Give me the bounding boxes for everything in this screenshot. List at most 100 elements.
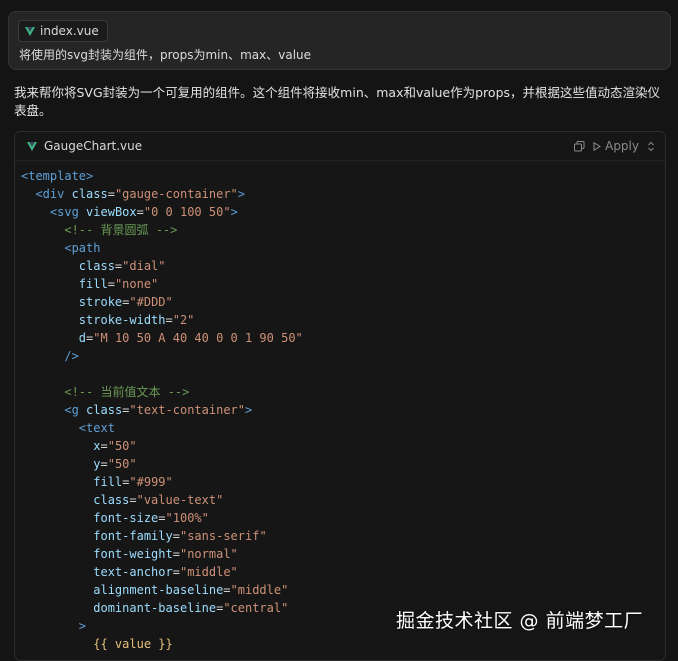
code-token: = (165, 313, 173, 327)
code-line: /> (21, 347, 665, 365)
code-line: <!-- 背景圆弧 --> (21, 221, 665, 239)
code-token: alignment-baseline (93, 583, 224, 597)
code-token: "normal" (179, 547, 238, 561)
code-token: <svg (49, 205, 79, 219)
code-token: "50" (107, 457, 137, 471)
code-line: <svg viewBox="0 0 100 50"> (21, 203, 665, 221)
code-token: "middle" (179, 565, 238, 579)
code-line: <text (21, 419, 665, 437)
code-token: "50" (107, 439, 137, 453)
code-line: font-size="100%" (21, 509, 665, 527)
code-token: > (245, 403, 253, 417)
code-token: <!-- 当前值文本 --> (64, 385, 190, 399)
code-line: {{ value }} (21, 635, 665, 653)
code-token: "none" (114, 277, 159, 291)
code-token: "0 0 100 50" (143, 205, 231, 219)
code-line: <!-- 当前值文本 --> (21, 383, 665, 401)
code-token: "100%" (165, 511, 209, 525)
code-token: > (230, 205, 238, 219)
code-token: stroke-width (78, 313, 166, 327)
code-line: stroke-width="2" (21, 311, 665, 329)
code-token: = (172, 565, 180, 579)
copy-icon[interactable] (574, 140, 585, 152)
code-token: = (107, 187, 115, 201)
code-line: alignment-baseline="middle" (21, 581, 665, 599)
code-line: <g class="text-container"> (21, 401, 665, 419)
code-token: viewBox (86, 205, 137, 219)
code-token: class (71, 187, 108, 201)
code-token: font-family (93, 529, 173, 543)
code-token: stroke (78, 295, 123, 309)
code-token: <text (78, 421, 115, 435)
code-line: text-anchor="middle" (21, 563, 665, 581)
code-token: dominant-baseline (93, 601, 217, 615)
code-token: fill (78, 277, 108, 291)
play-icon (593, 141, 602, 151)
code-token: font-size (93, 511, 159, 525)
code-token: "sans-serif" (179, 529, 267, 543)
code-token: = (100, 439, 108, 453)
chevron-updown-icon[interactable] (647, 141, 655, 152)
code-token: = (129, 493, 137, 507)
code-token: fill (93, 475, 123, 489)
code-token: = (172, 547, 180, 561)
file-chip-index-vue[interactable]: index.vue (18, 20, 108, 42)
code-token: "central" (223, 601, 289, 615)
code-line: <path (21, 239, 665, 257)
prompt-text: 将使用的svg封装为组件，props为min、max、value (19, 48, 312, 62)
code-token: <g (64, 403, 79, 417)
code-token: "#DDD" (129, 295, 173, 309)
vue-icon (27, 141, 37, 151)
vue-icon (25, 26, 35, 36)
code-token: "#999" (129, 475, 173, 489)
code-token: "gauge-container" (114, 187, 238, 201)
watermark: 掘金技术社区 @ 前端梦工厂 (396, 610, 644, 632)
code-token: <path (64, 241, 101, 255)
code-token: {{ value }} (93, 637, 173, 651)
code-block-header: GaugeChart.vue Apply (15, 132, 665, 161)
code-line: stroke="#DDD" (21, 293, 665, 311)
apply-button[interactable]: Apply (593, 139, 639, 153)
code-token: <div (35, 187, 65, 201)
assistant-answer-text: 我来帮你将SVG封装为一个可复用的组件。这个组件将接收min、max和value… (14, 85, 661, 118)
code-token: class (78, 259, 115, 273)
code-line: font-weight="normal" (21, 545, 665, 563)
code-line: font-family="sans-serif" (21, 527, 665, 545)
code-token: > (78, 619, 87, 633)
code-token: = (223, 583, 231, 597)
code-block-actions: Apply (574, 139, 655, 153)
code-line: x="50" (21, 437, 665, 455)
code-token: = (100, 457, 108, 471)
code-token: font-weight (93, 547, 173, 561)
code-token: d (78, 331, 87, 345)
code-token: "dial" (122, 259, 166, 273)
code-token: > (237, 187, 246, 201)
code-token: = (136, 205, 144, 219)
code-token: class (93, 493, 130, 507)
code-token: "M 10 50 A 40 40 0 0 1 90 50" (93, 331, 303, 345)
code-token: /> (64, 349, 79, 363)
code-token: text-anchor (93, 565, 173, 579)
code-block-filename: GaugeChart.vue (44, 139, 143, 153)
